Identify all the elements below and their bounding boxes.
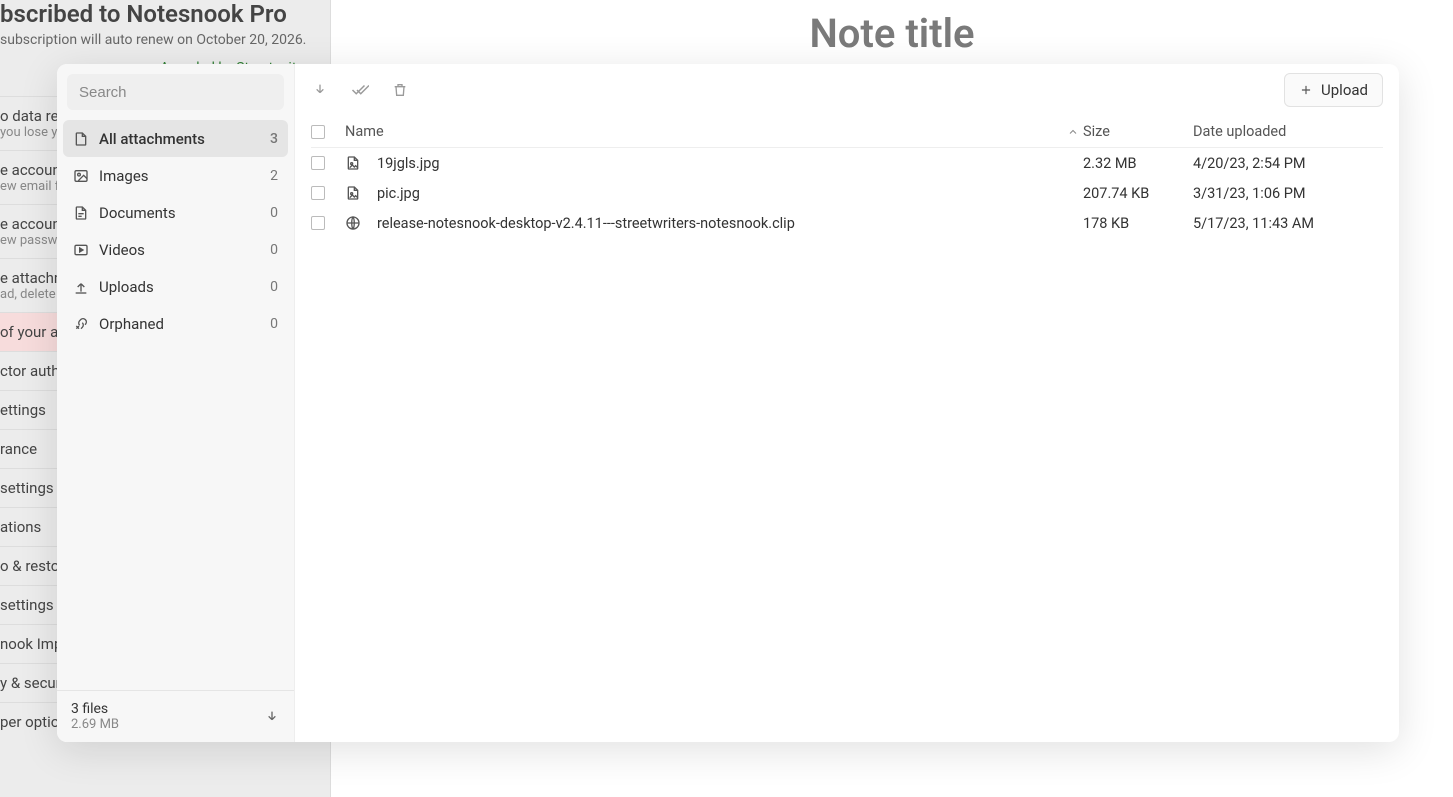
file-name: 19jgls.jpg [377, 155, 440, 172]
file-date: 4/20/23, 2:54 PM [1193, 155, 1383, 172]
video-icon [73, 242, 89, 258]
category-label: Uploads [99, 278, 260, 296]
file-icon [73, 131, 89, 147]
category-count: 0 [270, 205, 278, 221]
modal-sidebar: All attachments 3 Images 2 Documents 0 Videos 0… [57, 64, 295, 742]
table-row[interactable]: pic.jpg 207.74 KB3/31/23, 1:06 PM [311, 178, 1383, 208]
category-label: Documents [99, 204, 260, 222]
file-date: 3/31/23, 1:06 PM [1193, 185, 1383, 202]
check-all-icon[interactable] [351, 81, 369, 99]
category-list: All attachments 3 Images 2 Documents 0 Videos 0… [57, 120, 294, 690]
row-checkbox[interactable] [311, 216, 325, 230]
file-name: release-notesnook-desktop-v2.4.11---stre… [377, 215, 795, 232]
category-all-attachments[interactable]: All attachments 3 [63, 120, 288, 157]
file-name: pic.jpg [377, 185, 420, 202]
search-input[interactable] [67, 74, 284, 110]
category-count: 0 [270, 316, 278, 332]
table-row[interactable]: release-notesnook-desktop-v2.4.11---stre… [311, 208, 1383, 238]
unlink-icon [73, 316, 89, 332]
category-uploads[interactable]: Uploads 0 [63, 268, 288, 305]
plus-icon [1299, 83, 1313, 97]
sort-asc-icon[interactable] [1063, 126, 1083, 138]
category-orphaned[interactable]: Orphaned 0 [63, 305, 288, 342]
footer-total-size: 2.69 MB [71, 717, 119, 732]
table-row[interactable]: 19jgls.jpg 2.32 MB4/20/23, 2:54 PM [311, 148, 1383, 178]
file-date: 5/17/23, 11:43 AM [1193, 215, 1383, 232]
row-checkbox[interactable] [311, 156, 325, 170]
image-file-icon [345, 155, 361, 171]
category-label: All attachments [99, 130, 260, 148]
toolbar: Upload [295, 64, 1399, 116]
category-images[interactable]: Images 2 [63, 157, 288, 194]
modal-main: Upload Name Size Date uploaded 19jgls.jp… [295, 64, 1399, 742]
upload-icon [73, 279, 89, 295]
image-icon [73, 168, 89, 184]
select-all-checkbox[interactable] [311, 125, 325, 139]
image-file-icon [345, 185, 361, 201]
category-count: 0 [270, 242, 278, 258]
upload-button-label: Upload [1321, 81, 1368, 99]
category-label: Images [99, 167, 260, 185]
category-videos[interactable]: Videos 0 [63, 231, 288, 268]
trash-icon[interactable] [391, 81, 409, 99]
header-date[interactable]: Date uploaded [1193, 123, 1383, 140]
footer-file-count: 3 files [71, 701, 119, 717]
header-name[interactable]: Name [345, 123, 1063, 140]
document-icon [73, 205, 89, 221]
category-count: 3 [270, 131, 278, 147]
category-label: Videos [99, 241, 260, 259]
web-file-icon [345, 215, 361, 231]
file-size: 2.32 MB [1083, 155, 1193, 172]
upload-button[interactable]: Upload [1284, 73, 1383, 107]
row-checkbox[interactable] [311, 186, 325, 200]
category-documents[interactable]: Documents 0 [63, 194, 288, 231]
download-icon[interactable] [311, 81, 329, 99]
attachments-modal: All attachments 3 Images 2 Documents 0 Videos 0… [57, 64, 1399, 742]
download-all-icon[interactable] [264, 709, 280, 725]
category-count: 2 [270, 168, 278, 184]
file-size: 178 KB [1083, 215, 1193, 232]
attachments-table: Name Size Date uploaded 19jgls.jpg 2.32 M… [295, 116, 1399, 238]
category-count: 0 [270, 279, 278, 295]
header-size[interactable]: Size [1083, 123, 1193, 140]
file-size: 207.74 KB [1083, 185, 1193, 202]
sidebar-footer: 3 files 2.69 MB [57, 690, 294, 742]
table-header-row: Name Size Date uploaded [311, 116, 1383, 148]
category-label: Orphaned [99, 315, 260, 333]
